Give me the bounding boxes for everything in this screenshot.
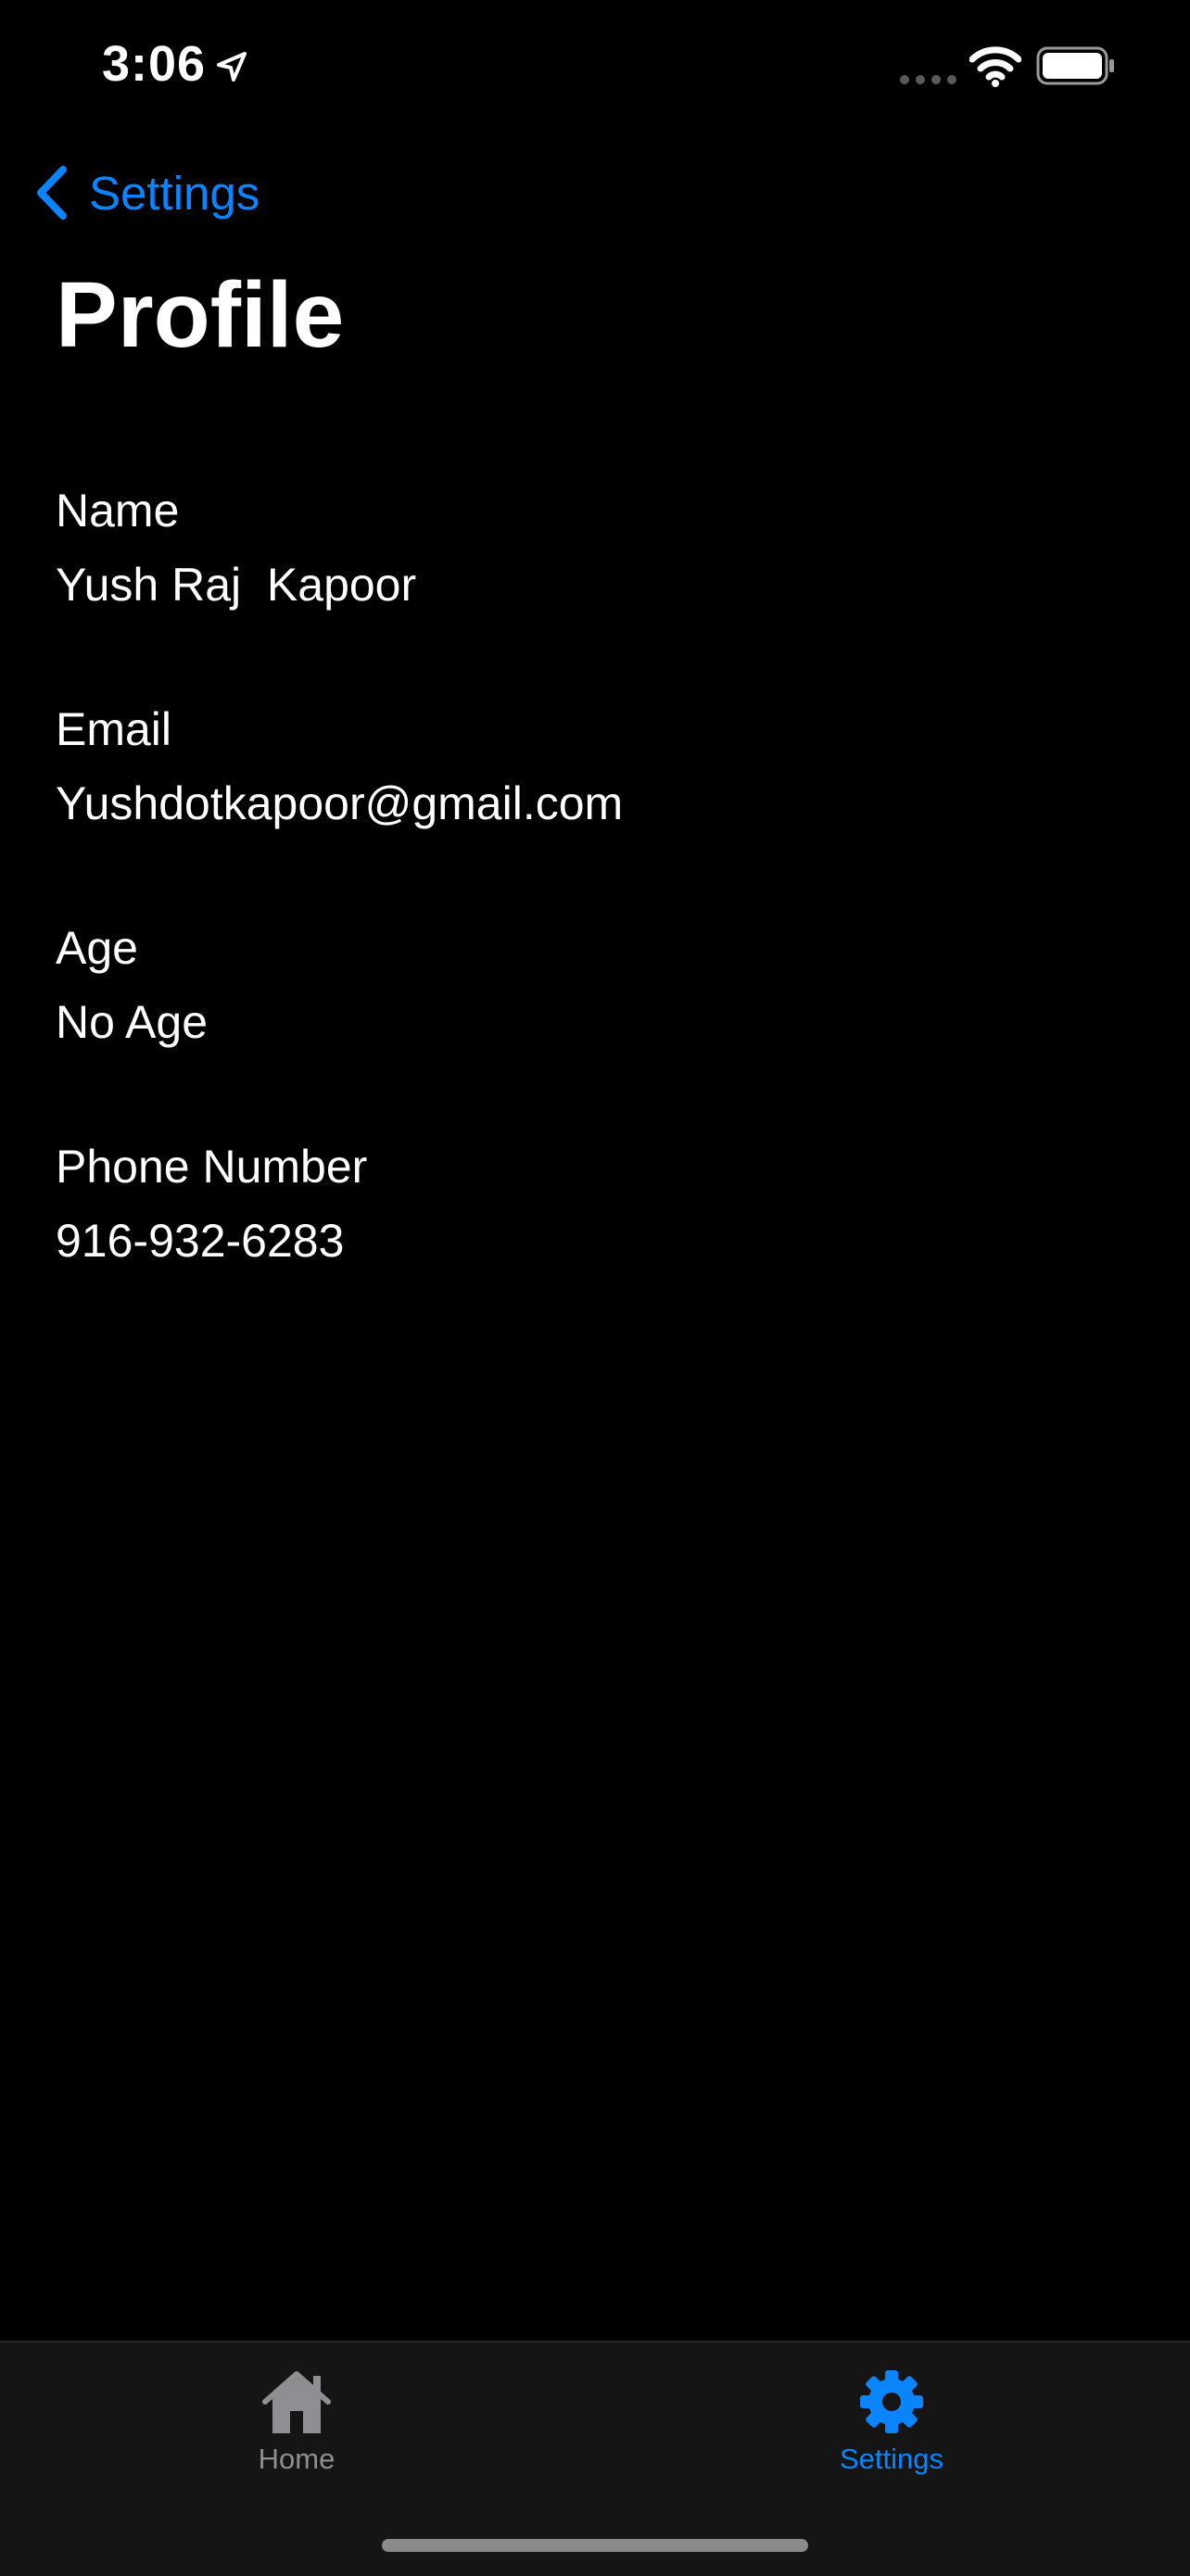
tab-home-label: Home <box>258 2443 335 2475</box>
field-value: Yush Raj Kapoor <box>56 559 417 611</box>
status-time: 3:06 <box>102 36 207 92</box>
page-title: Profile <box>56 263 345 367</box>
field-label: Phone Number <box>56 1141 368 1193</box>
field-label: Name <box>56 485 180 537</box>
tab-settings-label: Settings <box>839 2443 943 2475</box>
profile-field-age: Age No Age <box>56 925 1131 1045</box>
chevron-left-icon <box>37 166 67 220</box>
back-button[interactable]: Settings <box>32 156 260 230</box>
tab-home[interactable]: Home <box>176 2368 417 2489</box>
wifi-icon <box>969 46 1021 87</box>
field-value: No Age <box>56 996 209 1048</box>
tab-bar: Home Settings <box>0 2341 1190 2576</box>
location-arrow-icon <box>217 52 247 82</box>
status-bar: 3:06 <box>0 0 1190 130</box>
field-label: Age <box>56 922 138 974</box>
home-indicator[interactable] <box>382 2539 808 2552</box>
profile-field-phone: Phone Number 916-932-6283 <box>56 1143 1131 1264</box>
house-icon <box>262 2371 331 2433</box>
field-value: 916-932-6283 <box>56 1215 345 1267</box>
gear-icon <box>860 2370 923 2433</box>
back-button-label: Settings <box>89 166 260 220</box>
profile-field-email: Email Yushdotkapoor@gmail.com <box>56 706 1131 827</box>
tab-settings[interactable]: Settings <box>771 2368 1012 2489</box>
battery-icon <box>1036 46 1114 85</box>
field-value: Yushdotkapoor@gmail.com <box>56 777 624 829</box>
field-label: Email <box>56 703 172 755</box>
signal-dots-icon <box>900 75 956 84</box>
profile-field-name: Name Yush Raj Kapoor <box>56 487 1131 608</box>
